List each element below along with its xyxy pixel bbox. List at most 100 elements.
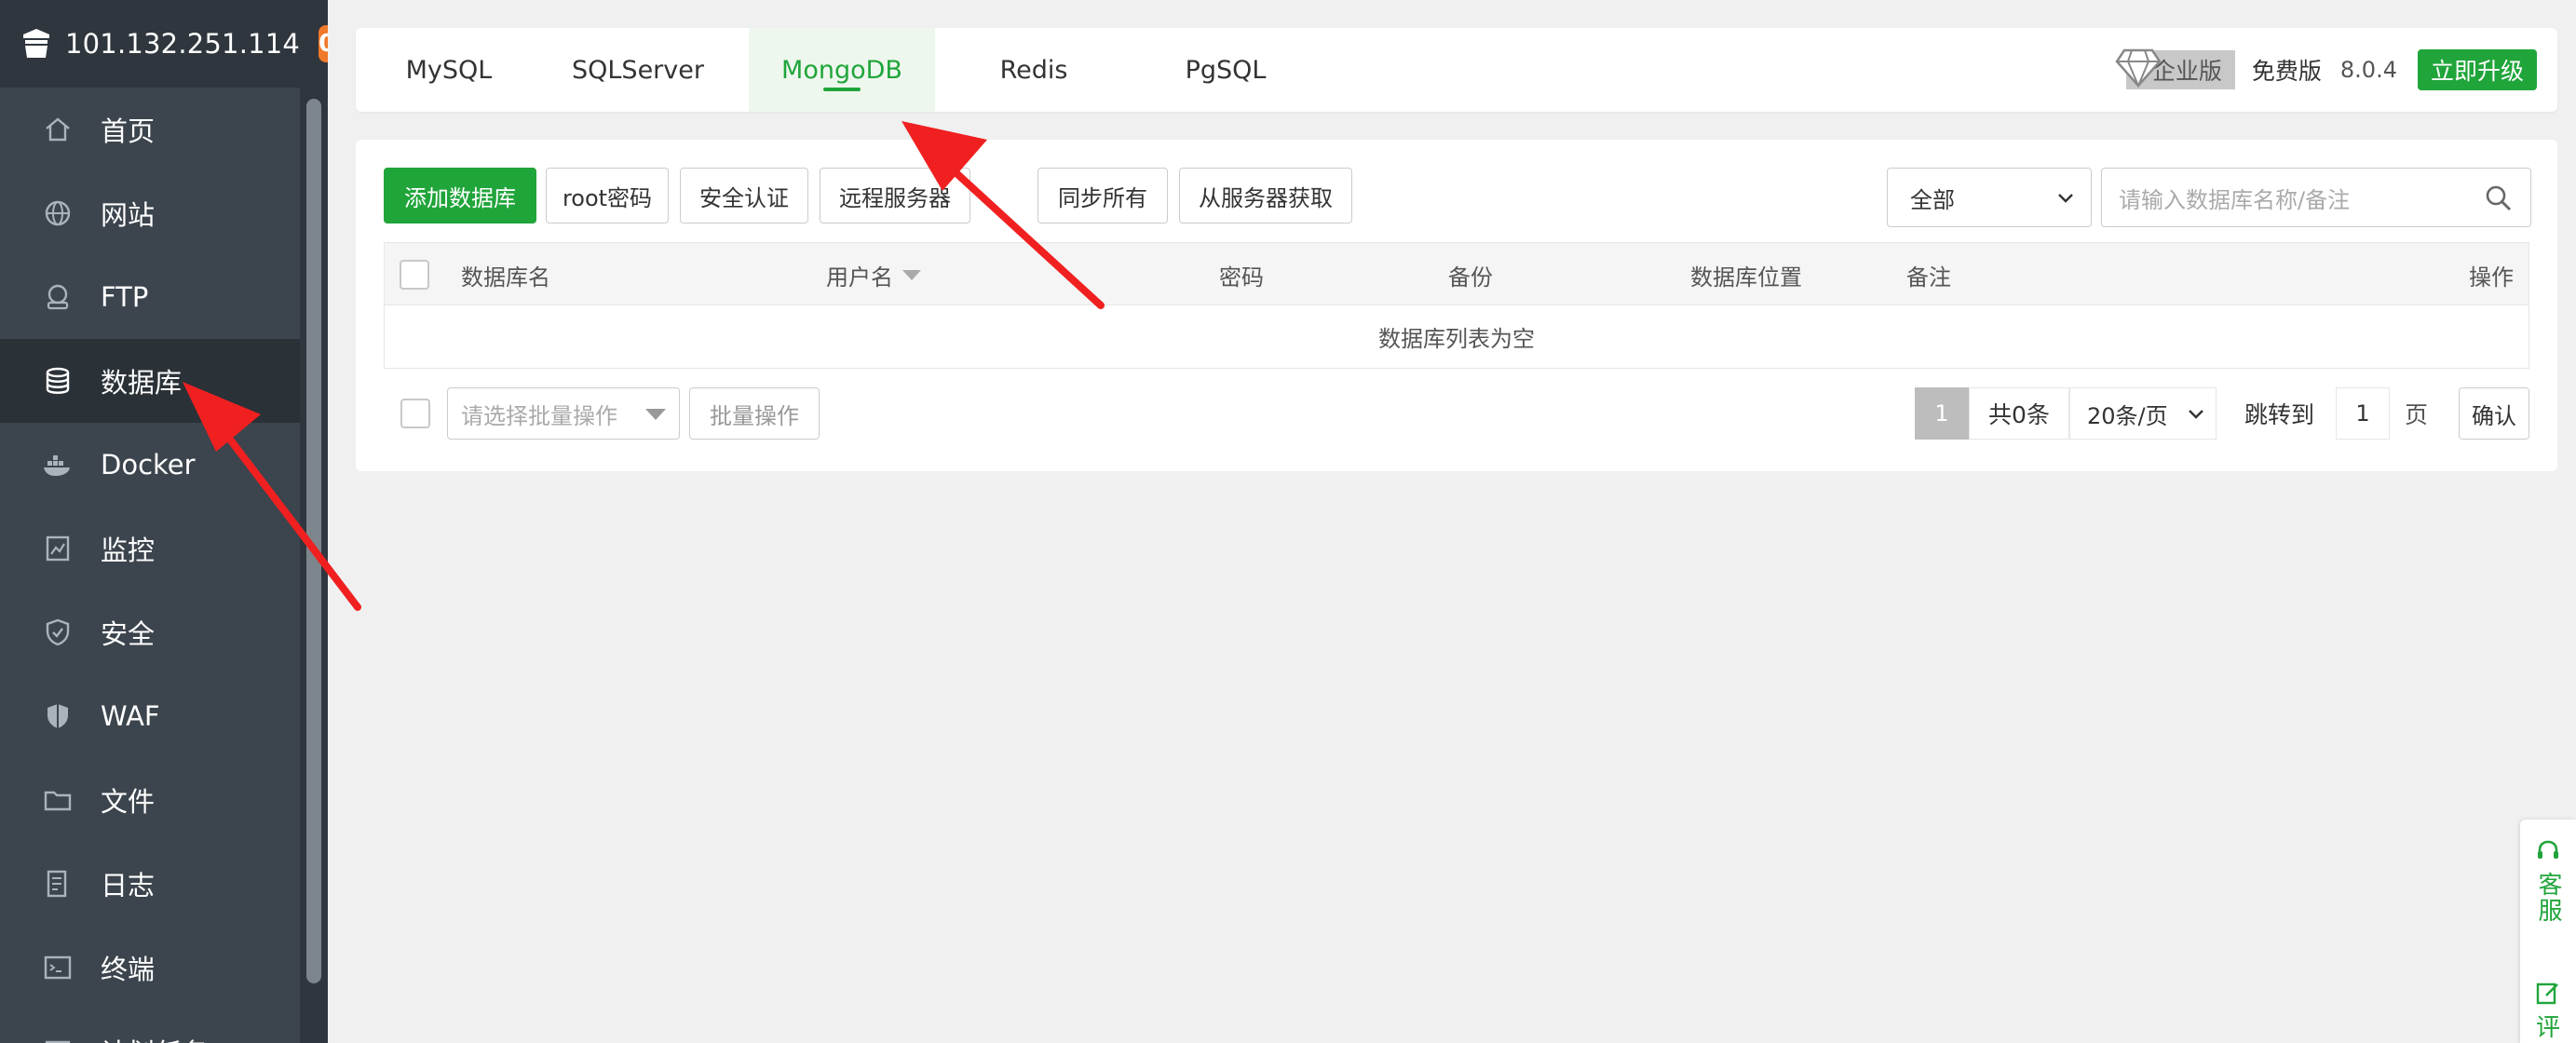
notice-count-badge[interactable]: 0: [319, 25, 328, 62]
caret-down-icon: [645, 409, 666, 420]
sidebar-item-label: 数据库: [101, 367, 183, 399]
enterprise-edition-tag[interactable]: 企业版: [2115, 48, 2235, 89]
sidebar-item-website[interactable]: 网站: [0, 171, 300, 255]
sync-all-button[interactable]: 同步所有: [1037, 168, 1168, 224]
sidebar-menu: 首页 网站 FTP 数据库 Docker 监控 安全 WAF 文件 日志 终端: [0, 88, 300, 1043]
sidebar-item-ftp[interactable]: FTP: [0, 255, 300, 339]
tab-mysql[interactable]: MySQL: [356, 28, 542, 112]
feedback-button[interactable]: 评: [2520, 980, 2576, 1043]
root-password-button[interactable]: root密码: [546, 168, 669, 224]
fetch-from-server-button[interactable]: 从服务器获取: [1179, 168, 1352, 224]
docker-icon: [41, 448, 75, 481]
filter-value: 全部: [1910, 186, 1955, 213]
column-db-name: 数据库名: [461, 264, 550, 291]
chevron-down-icon: [2055, 187, 2076, 213]
ftp-icon: [41, 280, 75, 314]
column-label: 用户名: [826, 264, 893, 291]
sidebar-item-monitor[interactable]: 监控: [0, 507, 300, 590]
floating-help-panel: 客服 评: [2520, 820, 2576, 1043]
sidebar: 101.132.251.114 0 首页 网站 FTP 数据库 Docker 监…: [0, 0, 328, 1043]
page-unit-label: 页: [2405, 401, 2429, 428]
batch-operation-button[interactable]: 批量操作: [689, 387, 820, 440]
diamond-icon: [2089, 45, 2162, 95]
sidebar-item-schedule[interactable]: 计划任务: [0, 1009, 300, 1043]
version-number: 8.0.4: [2339, 57, 2397, 83]
tab-label: Redis: [999, 55, 1068, 85]
active-tab-underline: [823, 88, 861, 91]
tab-sqlserver[interactable]: SQLServer: [542, 28, 734, 112]
column-username[interactable]: 用户名: [826, 243, 921, 306]
sidebar-item-label: Docker: [101, 449, 196, 481]
customer-service-label: 客服: [2534, 872, 2562, 924]
chevron-down-icon: [2186, 403, 2206, 429]
filter-select[interactable]: 全部: [1887, 168, 2092, 227]
sidebar-item-label: 首页: [101, 115, 156, 147]
upgrade-button[interactable]: 立即升级: [2417, 49, 2537, 90]
sidebar-item-waf[interactable]: WAF: [0, 674, 300, 758]
sidebar-item-label: 文件: [101, 786, 156, 818]
sidebar-item-label: 终端: [101, 954, 156, 985]
tab-label: MongoDB: [781, 55, 902, 85]
remote-server-button[interactable]: 远程服务器: [820, 168, 970, 224]
sidebar-item-label: 安全: [101, 618, 156, 650]
database-icon: [41, 364, 75, 398]
tab-redis[interactable]: Redis: [941, 28, 1127, 112]
column-backup: 备份: [1448, 264, 1493, 291]
sidebar-scrollbar[interactable]: [300, 88, 328, 1043]
server-header[interactable]: 101.132.251.114 0: [0, 0, 328, 88]
column-location: 数据库位置: [1690, 264, 1802, 291]
sidebar-scroll-thumb[interactable]: [306, 99, 321, 983]
home-icon: [41, 113, 75, 146]
sidebar-item-files[interactable]: 文件: [0, 758, 300, 842]
sidebar-item-logs[interactable]: 日志: [0, 842, 300, 926]
sidebar-item-label: 日志: [101, 870, 156, 901]
column-remark: 备注: [1906, 264, 1951, 291]
free-edition-label: 免费版: [2251, 58, 2322, 85]
empty-table-message: 数据库列表为空: [384, 305, 2529, 369]
pagination-total: 共0条: [1969, 387, 2069, 440]
security-auth-button[interactable]: 安全认证: [680, 168, 808, 224]
tab-label: PgSQL: [1185, 55, 1267, 85]
table-header: 数据库名 用户名 密码 备份 数据库位置 备注 操作: [384, 242, 2529, 305]
tab-pgsql[interactable]: PgSQL: [1132, 28, 1319, 112]
edit-icon: [2535, 980, 2561, 1013]
tab-label: SQLServer: [572, 55, 704, 85]
search-icon[interactable]: [2484, 183, 2514, 219]
sort-down-icon: [902, 269, 921, 280]
pagination-current-page[interactable]: 1: [1915, 387, 1969, 440]
batch-placeholder: 请选择批量操作: [461, 402, 617, 429]
headset-icon: [2535, 838, 2561, 872]
server-ip: 101.132.251.114: [65, 28, 301, 60]
sidebar-item-label: 计划任务: [101, 1032, 209, 1043]
sidebar-item-docker[interactable]: Docker: [0, 423, 300, 507]
sidebar-item-label: 监控: [101, 535, 156, 566]
sidebar-item-database[interactable]: 数据库: [0, 339, 300, 423]
goto-confirm-button[interactable]: 确认: [2459, 387, 2529, 440]
waf-icon: [41, 699, 75, 733]
sidebar-item-security[interactable]: 安全: [0, 590, 300, 674]
tab-mongodb[interactable]: MongoDB: [749, 28, 935, 112]
feedback-label: 评: [2535, 1014, 2560, 1042]
tab-label: MySQL: [405, 55, 493, 85]
batch-operation-select[interactable]: 请选择批量操作: [447, 387, 680, 440]
schedule-icon: [41, 1035, 75, 1043]
monitor-icon: [41, 532, 75, 565]
sidebar-item-label: FTP: [101, 281, 149, 313]
add-database-button[interactable]: 添加数据库: [384, 168, 536, 224]
column-actions: 操作: [2469, 264, 2514, 291]
goto-page-input[interactable]: 1: [2336, 387, 2390, 440]
column-password: 密码: [1219, 264, 1264, 291]
sidebar-item-home[interactable]: 首页: [0, 88, 300, 171]
version-info: 企业版 免费版 8.0.4 立即升级: [2115, 28, 2557, 112]
goto-label: 跳转到: [2244, 401, 2315, 428]
log-icon: [41, 867, 75, 901]
search-input[interactable]: 请输入数据库名称/备注: [2101, 168, 2531, 227]
globe-icon: [41, 196, 75, 230]
page-size-select[interactable]: 20条/页: [2069, 387, 2217, 440]
select-all-checkbox[interactable]: [400, 260, 429, 290]
customer-service-button[interactable]: 客服: [2520, 838, 2576, 924]
sidebar-item-terminal[interactable]: 终端: [0, 926, 300, 1009]
sidebar-item-label: 网站: [101, 199, 156, 231]
footer-select-all-checkbox[interactable]: [400, 399, 430, 428]
shield-icon: [41, 616, 75, 649]
